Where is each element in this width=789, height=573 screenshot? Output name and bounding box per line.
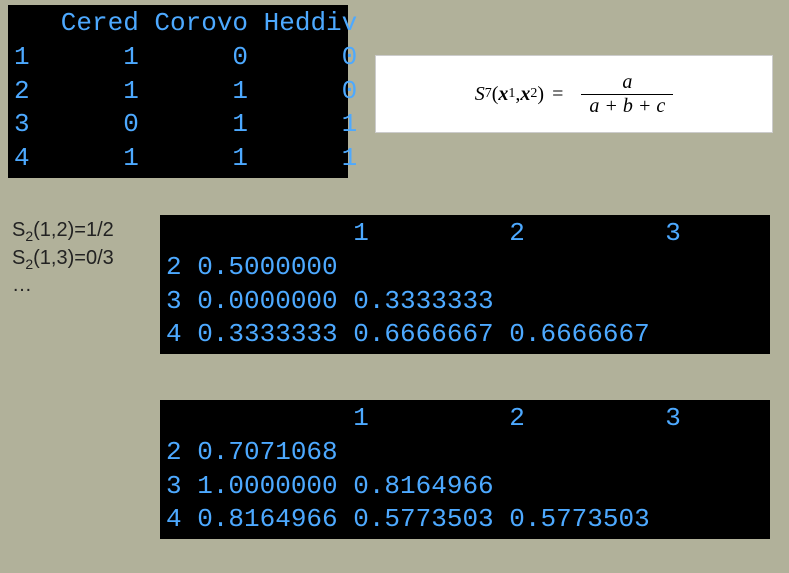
matrix-row: 2 0.5000000 bbox=[166, 252, 338, 282]
similarity-matrix: 1 2 3 2 0.5000000 3 0.0000000 0.3333333 … bbox=[160, 215, 770, 354]
matrix-row: 4 0.3333333 0.6666667 0.6666667 bbox=[166, 319, 650, 349]
formula-numerator: a bbox=[614, 71, 640, 94]
matrix-row: 3 0.0000000 0.3333333 bbox=[166, 286, 494, 316]
ann-rest: (1,3)=0/3 bbox=[33, 247, 114, 269]
formula-denominator: a + b + c bbox=[581, 94, 673, 118]
distance-matrix: 1 2 3 2 0.7071068 3 1.0000000 0.8164966 … bbox=[160, 400, 770, 539]
ann-s: S bbox=[12, 219, 25, 241]
table-row: 1 1 0 0 bbox=[14, 42, 357, 72]
formula-sub2: 2 bbox=[530, 86, 537, 102]
formula-x2: x bbox=[520, 83, 530, 106]
formula-s: S bbox=[475, 83, 485, 106]
formula-x1: x bbox=[498, 83, 508, 106]
matrix-header: 1 2 3 bbox=[166, 403, 681, 433]
binary-data-table: Cered Corovo Heddiv 1 1 0 0 2 1 1 0 3 0 … bbox=[8, 5, 348, 178]
matrix-row: 3 1.0000000 0.8164966 bbox=[166, 471, 494, 501]
table-row: 4 1 1 1 bbox=[14, 143, 357, 173]
matrix-row: 4 0.8164966 0.5773503 0.5773503 bbox=[166, 504, 650, 534]
matrix-header: 1 2 3 bbox=[166, 218, 681, 248]
formula-eq: = bbox=[552, 83, 563, 106]
annotations: S2(1,2)=1/2 S2(1,3)=0/3 … bbox=[12, 218, 114, 298]
formula-fraction: a a + b + c bbox=[581, 71, 673, 118]
ann-s: S bbox=[12, 247, 25, 269]
table-row: 2 1 1 0 bbox=[14, 76, 357, 106]
ann-sub: 2 bbox=[25, 256, 33, 272]
matrix-row: 2 0.7071068 bbox=[166, 437, 338, 467]
table-header: Cered Corovo Heddiv bbox=[14, 8, 357, 38]
ann-rest: (1,2)=1/2 bbox=[33, 219, 114, 241]
annotation-line: … bbox=[12, 273, 114, 298]
formula-sub1: 1 bbox=[508, 86, 515, 102]
formula-sub: 7 bbox=[485, 86, 492, 102]
formula-box: S7 (x1, x2) = a a + b + c bbox=[375, 55, 773, 133]
annotation-line: S2(1,3)=0/3 bbox=[12, 246, 114, 274]
formula-close: ) bbox=[537, 83, 544, 106]
ann-sub: 2 bbox=[25, 228, 33, 244]
formula-lhs: S7 (x1, x2) bbox=[475, 83, 544, 106]
table-row: 3 0 1 1 bbox=[14, 109, 357, 139]
annotation-line: S2(1,2)=1/2 bbox=[12, 218, 114, 246]
